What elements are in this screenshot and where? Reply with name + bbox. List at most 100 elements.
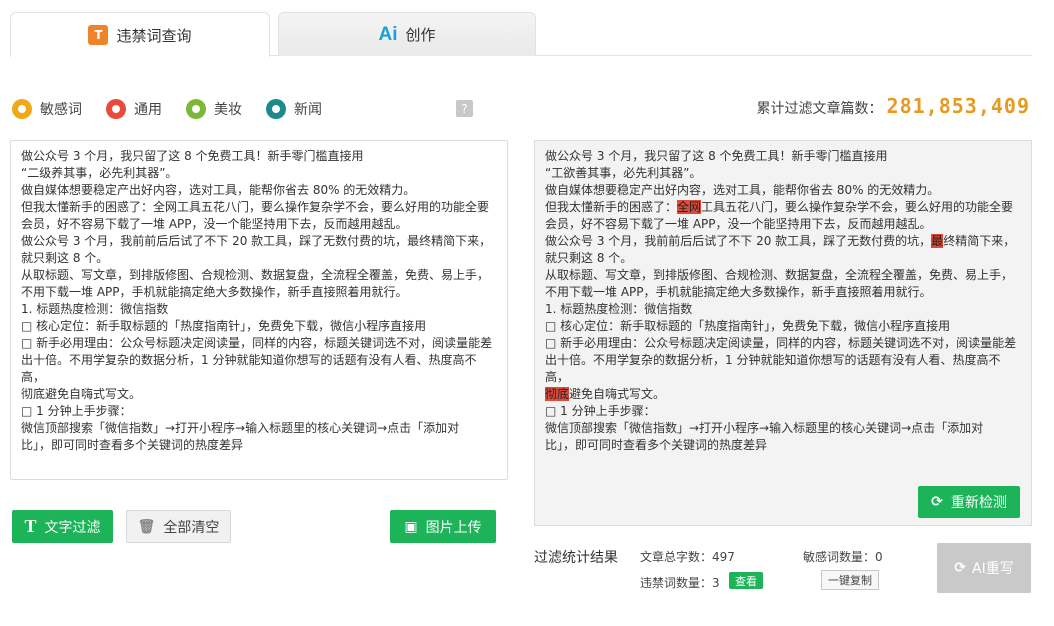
result-line: 但我太懂新手的困惑了：全网工具五花八门，要么操作复杂学不会，要么好用的功能全要 <box>545 199 1021 216</box>
result-text: 会员，好不容易下载了一堆 APP，没一个能坚持用下去，反而越用越乱。 <box>545 217 932 231</box>
banned-count-label: 违禁词数量： <box>640 576 713 590</box>
result-text: 不用下载一堆 APP，手机就能搞定绝大多数操作，新手直接照着用就行。 <box>545 285 932 299</box>
input-line: □ 核心定位：新手取标题的「热度指南针」，免费免下载，微信小程序直接用 <box>21 319 427 333</box>
result-line: “工欲善其事，必先利其器”。 <box>545 165 1021 182</box>
result-line: 会员，好不容易下载了一堆 APP，没一个能坚持用下去，反而越用越乱。 <box>545 216 1021 233</box>
result-line: 做自媒体想要稳定产出好内容，选对工具，能帮你省去 80% 的无效精力。 <box>545 182 1021 199</box>
result-line: 彻底避免自嗨式写文。 <box>545 386 1021 403</box>
result-line: 做公众号 3 个月，我前前后后试了不下 20 款工具，踩了无数付费的坑，最终精简… <box>545 233 1021 250</box>
sensitive-count-stat: 敏感词数量：0 <box>803 548 883 565</box>
result-text: 做公众号 3 个月，我前前后后试了不下 20 款工具，踩了无数付费的坑， <box>545 234 932 248</box>
filter-result-text: 做公众号 3 个月，我只留了这 8 个免费工具！新手零门槛直接用 “工欲善其事，必… <box>545 148 1021 454</box>
ai-rewrite-button-label: AI重写 <box>972 561 1014 577</box>
result-line: □ 核心定位：新手取标题的「热度指南针」，免费免下载，微信小程序直接用 <box>545 318 1021 335</box>
image-upload-button-label: 图片上传 <box>425 519 482 536</box>
radio-label: 敏感词 <box>40 102 82 118</box>
result-text: 但我太懂新手的困惑了： <box>545 200 678 214</box>
input-line: 做自媒体想要稳定产出好内容，选对工具，能帮你省去 80% 的无效精力。 <box>21 183 416 197</box>
result-text: 1. 标题热度检测：微信指数 <box>545 302 693 316</box>
radio-label: 新闻 <box>294 102 322 118</box>
image-upload-button[interactable]: ▣ 图片上传 <box>390 510 496 543</box>
help-icon[interactable]: ? <box>456 100 473 117</box>
text-filter-button-label: 文字过滤 <box>44 519 101 536</box>
clear-all-button-label: 全部清空 <box>163 519 220 536</box>
filter-result-panel: 做公众号 3 个月，我只留了这 8 个免费工具！新手零门槛直接用 “工欲善其事，必… <box>534 140 1032 526</box>
radio-dot-icon <box>186 99 206 119</box>
result-text: “工欲善其事，必先利其器”。 <box>545 166 702 180</box>
counter-label: 累计过滤文章篇数： <box>756 101 883 117</box>
radio-option[interactable]: 美妆 <box>186 99 242 119</box>
radio-option[interactable]: 新闻 <box>266 99 322 119</box>
result-text: □ 新手必用理由：公众号标题决定阅读量，同样的内容，标题关键词选不对，阅读量能差 <box>545 336 1017 350</box>
counter-value: 281,853,409 <box>886 94 1030 118</box>
banned-word-highlight: 最 <box>931 234 944 248</box>
total-words-stat: 文章总字数：497 <box>640 548 735 565</box>
input-line: “二级养其事，必先利其器”。 <box>21 166 178 180</box>
tab-label: 创作 <box>405 26 436 44</box>
view-button[interactable]: 查看 <box>729 572 763 589</box>
copy-button[interactable]: 一键复制 <box>821 570 879 590</box>
tab-label: 违禁词查询 <box>116 26 192 45</box>
result-text: □ 核心定位：新手取标题的「热度指南针」，免费免下载，微信小程序直接用 <box>545 319 951 333</box>
result-text: 工具五花八门，要么操作复杂学不会，要么好用的功能全要 <box>701 200 1014 214</box>
input-line: 不用下载一堆 APP，手机就能搞定绝大多数操作，新手直接照着用就行。 <box>21 285 408 299</box>
total-words-label: 文章总字数： <box>640 550 713 564</box>
radio-option[interactable]: 通用 <box>106 99 162 119</box>
category-radio-group: 敏感词 通用 美妆 新闻 <box>12 98 346 120</box>
input-line: 比」，即可同时查看多个关键词的热度差异 <box>21 438 244 452</box>
input-line: 做公众号 3 个月，我只留了这 8 个免费工具！新手零门槛直接用 <box>21 149 364 163</box>
banned-word-highlight: 全网 <box>677 200 702 214</box>
sensitive-count-value: 0 <box>875 550 883 564</box>
radio-option[interactable]: 敏感词 <box>12 99 82 119</box>
radio-dot-icon <box>12 99 32 119</box>
input-line: 但我太懂新手的困惑了：全网工具五花八门，要么操作复杂学不会，要么好用的功能全要 <box>21 200 490 214</box>
input-line: 出十倍。不用学复杂的数据分析，1 分钟就能知道你想写的话题有没有人看、热度高不高… <box>21 353 477 384</box>
result-line: 就只剩这 8 个。 <box>545 250 1021 267</box>
ai-rewrite-button[interactable]: ⟳ AI重写 <box>937 543 1031 593</box>
article-input-textarea[interactable]: 做公众号 3 个月，我只留了这 8 个免费工具！新手零门槛直接用 “二级养其事，必… <box>10 140 508 480</box>
recheck-button-label: 重新检测 <box>950 495 1007 511</box>
filter-doc-icon: T <box>88 25 109 45</box>
result-line: 出十倍。不用学复杂的数据分析，1 分钟就能知道你想写的话题有没有人看、热度高不高… <box>545 352 1021 386</box>
tab-bar: T 违禁词查询 Ai 创作 <box>10 12 1032 57</box>
result-line: 从取标题、写文章，到排版修图、合规检测、数据复盘，全流程全覆盖，免费、易上手， <box>545 267 1021 284</box>
recheck-button[interactable]: ⟳ 重新检测 <box>918 486 1020 518</box>
banned-word-highlight: 彻底 <box>545 387 570 401</box>
result-text: 出十倍。不用学复杂的数据分析，1 分钟就能知道你想写的话题有没有人看、热度高不高… <box>545 353 1001 384</box>
image-icon: ▣ <box>404 518 418 535</box>
clear-all-button[interactable]: 🗑 全部清空 <box>126 510 231 543</box>
input-line: 做公众号 3 个月，我前前后后试了不下 20 款工具，踩了无数付费的坑，最终精简… <box>21 234 492 248</box>
text-filter-button[interactable]: T 文字过滤 <box>12 510 113 543</box>
result-text: 微信顶部搜索「微信指数」→打开小程序→输入标题里的核心关键词→点击「添加对 <box>545 421 984 435</box>
banned-count-stat: 违禁词数量：3 <box>640 574 720 591</box>
result-text: 就只剩这 8 个。 <box>545 251 633 265</box>
ai-icon: Ai <box>378 23 398 45</box>
input-line: 会员，好不容易下载了一堆 APP，没一个能坚持用下去，反而越用越乱。 <box>21 217 408 231</box>
tab-create[interactable]: Ai 创作 <box>278 12 536 56</box>
input-line: 彻底避免自嗨式写文。 <box>21 387 142 401</box>
filter-stats-title: 过滤统计结果 <box>534 550 618 566</box>
result-text: 比」，即可同时查看多个关键词的热度差异 <box>545 438 768 452</box>
result-text: 做公众号 3 个月，我只留了这 8 个免费工具！新手零门槛直接用 <box>545 149 888 163</box>
result-line: 不用下载一堆 APP，手机就能搞定绝大多数操作，新手直接照着用就行。 <box>545 284 1021 301</box>
result-line: 微信顶部搜索「微信指数」→打开小程序→输入标题里的核心关键词→点击「添加对 <box>545 420 1021 437</box>
sensitive-count-label: 敏感词数量： <box>803 550 876 564</box>
input-line: 1. 标题热度检测：微信指数 <box>21 302 169 316</box>
trash-icon: 🗑 <box>137 518 156 535</box>
tab-banned-word-query[interactable]: T 违禁词查询 <box>10 12 270 57</box>
input-line: □ 1 分钟上手步骤： <box>21 404 132 418</box>
input-line: 微信顶部搜索「微信指数」→打开小程序→输入标题里的核心关键词→点击「添加对 <box>21 421 460 435</box>
radio-label: 通用 <box>134 102 162 118</box>
filtered-article-counter: 累计过滤文章篇数： 281,853,409 <box>757 94 1030 118</box>
result-line: 做公众号 3 个月，我只留了这 8 个免费工具！新手零门槛直接用 <box>545 148 1021 165</box>
result-text: 从取标题、写文章，到排版修图、合规检测、数据复盘，全流程全覆盖，免费、易上手， <box>545 268 1014 282</box>
input-line: 就只剩这 8 个。 <box>21 251 109 265</box>
refresh-icon: ⟳ <box>954 560 966 576</box>
text-t-icon: T <box>24 516 37 536</box>
radio-label: 美妆 <box>214 102 242 118</box>
radio-dot-icon <box>106 99 126 119</box>
result-text: □ 1 分钟上手步骤： <box>545 404 656 418</box>
input-line: 从取标题、写文章，到排版修图、合规检测、数据复盘，全流程全覆盖，免费、易上手， <box>21 268 490 282</box>
input-line: □ 新手必用理由：公众号标题决定阅读量，同样的内容，标题关键词选不对，阅读量能差 <box>21 336 493 350</box>
result-line: 比」，即可同时查看多个关键词的热度差异 <box>545 437 1021 454</box>
